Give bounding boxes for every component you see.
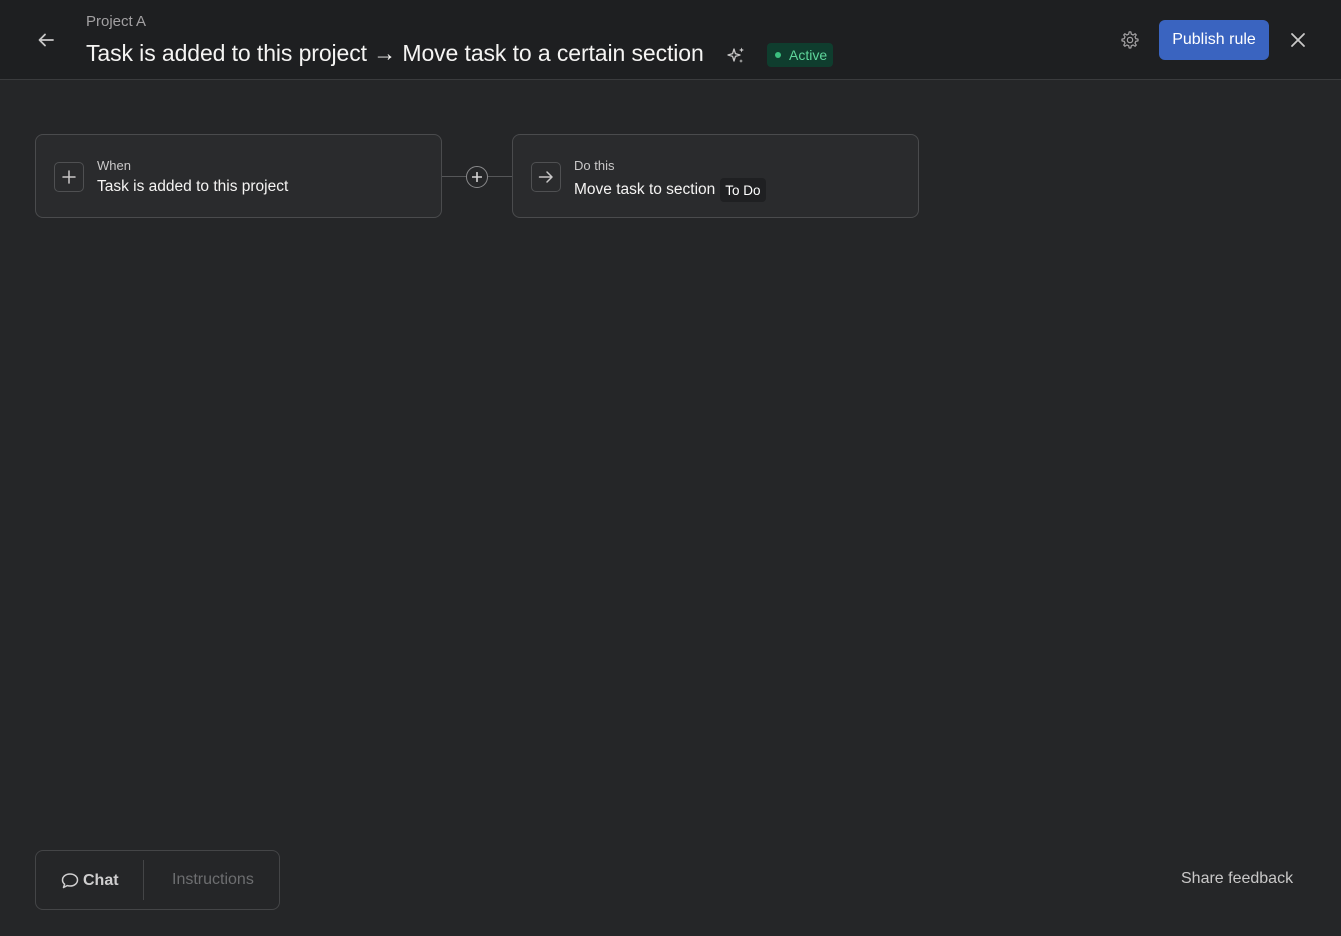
status-label: Active (789, 47, 828, 63)
connector-line-left (442, 176, 466, 177)
add-trigger-button[interactable] (54, 162, 84, 192)
add-step-button[interactable] (466, 166, 488, 188)
trigger-label: When (97, 158, 131, 173)
status-badge: Active (767, 43, 834, 67)
trigger-description: Task is added to this project (97, 178, 289, 195)
tab-divider (143, 860, 144, 900)
trigger-card[interactable]: When Task is added to this project (35, 134, 442, 218)
section-chip[interactable]: To Do (720, 178, 766, 202)
top-bar: Project A Task is added to this project … (0, 0, 1341, 80)
action-description: Move task to section (574, 181, 716, 198)
back-button[interactable] (28, 22, 64, 58)
arrow-right-icon (538, 171, 553, 183)
publish-rule-button[interactable]: Publish rule (1159, 20, 1269, 60)
gear-icon (1121, 31, 1139, 49)
tab-chat-label: Chat (83, 872, 119, 889)
rule-title[interactable]: Task is added to this project → Move tas… (86, 40, 704, 67)
breadcrumb-project[interactable]: Project A (86, 13, 146, 30)
chat-bubble-icon (61, 873, 79, 889)
connector-line-right (488, 176, 512, 177)
action-card[interactable]: Do this Move task to section To Do (512, 134, 919, 218)
status-dot-icon (775, 52, 781, 58)
plus-icon (472, 172, 482, 182)
action-label: Do this (574, 158, 615, 173)
settings-button[interactable] (1114, 24, 1146, 56)
close-icon (1291, 33, 1305, 47)
tab-instructions[interactable]: Instructions (172, 871, 254, 889)
share-feedback-link[interactable]: Share feedback (1181, 870, 1293, 888)
sparkle-icon (727, 47, 744, 63)
plus-icon (62, 170, 76, 184)
trigger-text: Task is added to this project (97, 178, 288, 196)
action-icon-box (531, 162, 561, 192)
close-button[interactable] (1282, 24, 1314, 56)
ai-sparkle-button[interactable] (722, 42, 750, 70)
panel-tabs: Chat Instructions (35, 850, 280, 910)
action-text: Move task to section To Do (574, 178, 766, 202)
tab-chat[interactable]: Chat (60, 869, 119, 893)
arrow-left-icon (38, 33, 54, 47)
